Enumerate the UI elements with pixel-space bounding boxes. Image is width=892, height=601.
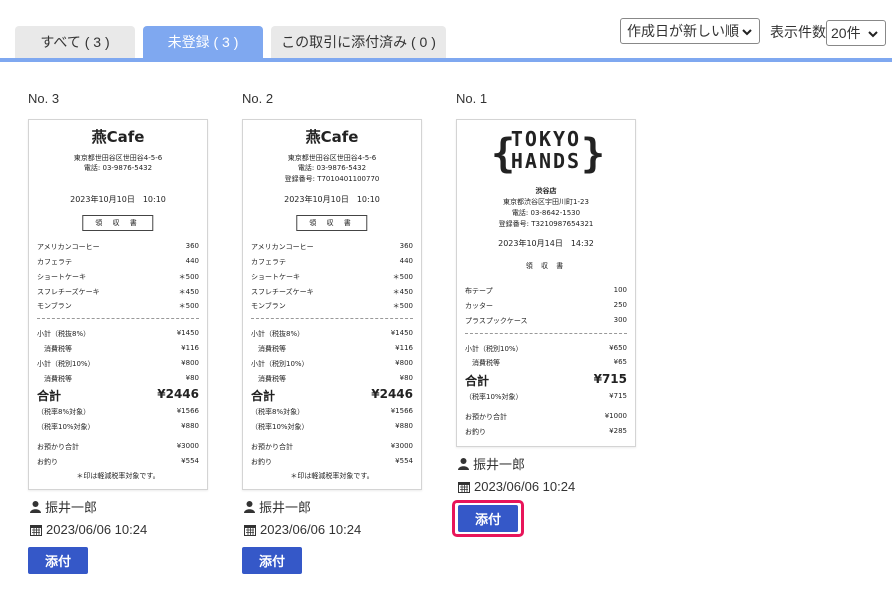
receipt-tel: 電話: 03-9876-5432: [297, 164, 367, 172]
receipt-doc-title: 領 収 書: [525, 262, 567, 270]
receipt-datetime: 2023年10月10日 10:10: [284, 195, 380, 204]
count-label: 表示件数: [770, 24, 826, 40]
uploader-name: 振井一郎: [259, 500, 312, 515]
attach-button[interactable]: 添付: [242, 547, 302, 574]
receipt-item: 布テープ 100: [465, 286, 627, 295]
receipt-tel: 電話: 03-8642-1530: [511, 209, 581, 217]
receipt-subtotal: 小計（税別10%） ¥800: [37, 359, 199, 368]
receipt-total: 合計 ¥2446: [251, 387, 413, 403]
receipt-reg-number: 登録番号: T3210987654321: [498, 220, 594, 228]
receipt-total: 合計 ¥2446: [37, 387, 199, 403]
receipt-address: 東京都世田谷区世田谷4-5-6: [73, 154, 163, 162]
receipt-note: ＊印は軽減税率対象です。: [76, 472, 160, 480]
upload-date: 2023/06/06 10:24: [458, 479, 575, 494]
receipt-payment: お預かり合計 ¥3000: [251, 442, 413, 451]
receipt-subtotal: 小計（税抜8%） ¥1450: [251, 329, 413, 338]
receipt-item: カッター 250: [465, 301, 627, 310]
receipt-divider: [37, 318, 199, 319]
upload-date-value: 2023/06/06 10:24: [260, 522, 362, 537]
tab-unregistered[interactable]: 未登録 ( 3 ): [143, 26, 263, 58]
uploader: 振井一郎: [30, 497, 97, 516]
store-logo: TOKYO HANDS: [510, 127, 582, 173]
receipt-item: ショートケーキ ＊500: [37, 273, 199, 281]
receipt-subtotal: 小計（税別10%） ¥800: [251, 359, 413, 368]
receipt-item: カフェラテ 440: [251, 257, 413, 266]
receipt-doc-title: 領 収 書: [296, 215, 368, 231]
receipt-payment: お釣り ¥285: [465, 427, 627, 436]
upload-date: 2023/06/06 10:24: [244, 522, 361, 537]
receipt-item: スフレチーズケーキ ＊450: [251, 288, 413, 296]
receipt-subtotal: 消費税等 ¥80: [258, 374, 413, 383]
receipt-item: アメリカンコーヒー 360: [251, 242, 413, 251]
receipt-datetime: 2023年10月14日 14:32: [498, 239, 594, 248]
uploader: 振井一郎: [244, 497, 311, 516]
receipt-subtotal: 小計（税別10%） ¥650: [465, 344, 627, 353]
receipt-subtotal: 消費税等 ¥116: [44, 344, 199, 353]
receipt-doc-title: 領 収 書: [82, 215, 154, 231]
tab-attached[interactable]: この取引に添付済み ( 0 ): [271, 26, 446, 58]
chevron-down-icon: [742, 29, 752, 36]
uploader-name: 振井一郎: [45, 500, 98, 515]
receipt-tax-line: （税率10%対象） ¥715: [465, 392, 627, 401]
receipt-address: 東京都世田谷区世田谷4-5-6: [287, 154, 377, 162]
receipt-item: モンブラン ＊500: [37, 302, 199, 310]
count-select[interactable]: 20件: [826, 20, 886, 46]
receipt-item: ショートケーキ ＊500: [251, 273, 413, 281]
tab-underline: [0, 58, 892, 62]
receipt-reg-number: 登録番号: T7010401100770: [284, 175, 380, 183]
receipt-thumbnail[interactable]: 燕Cafe 東京都世田谷区世田谷4-5-6 電話: 03-9876-5432 登…: [242, 119, 422, 490]
uploader: 振井一郎: [458, 454, 525, 473]
receipt-branch: 渋谷店: [535, 187, 557, 195]
calendar-icon: [244, 524, 256, 536]
user-icon: [244, 500, 255, 513]
receipt-thumbnail[interactable]: { } TOKYO HANDS 渋谷店 東京都渋谷区宇田川町1-23 電話: 0…: [456, 119, 636, 447]
user-icon: [30, 500, 41, 513]
receipt-store-name: 燕Cafe: [91, 128, 145, 146]
receipt-store-name: 燕Cafe: [305, 128, 359, 146]
calendar-icon: [30, 524, 42, 536]
uploader-name: 振井一郎: [473, 457, 526, 472]
receipt-subtotal: 小計（税抜8%） ¥1450: [37, 329, 199, 338]
upload-date-value: 2023/06/06 10:24: [474, 479, 576, 494]
receipt-payment: お釣り ¥554: [37, 457, 199, 466]
sort-select-value: 作成日が新しい順: [627, 23, 739, 39]
receipt-total: 合計 ¥715: [465, 372, 627, 388]
receipt-tel: 電話: 03-9876-5432: [83, 164, 153, 172]
receipt-thumbnail[interactable]: 燕Cafe 東京都世田谷区世田谷4-5-6 電話: 03-9876-5432 2…: [28, 119, 208, 490]
upload-date: 2023/06/06 10:24: [30, 522, 147, 537]
tab-all[interactable]: すべて ( 3 ): [15, 26, 135, 58]
receipt-datetime: 2023年10月10日 10:10: [70, 195, 166, 204]
count-select-value: 20件: [831, 25, 861, 41]
receipt-tax-line: （税率8%対象） ¥1566: [251, 407, 413, 416]
receipt-tax-line: （税率10%対象） ¥880: [37, 422, 199, 431]
receipt-payment: お預かり合計 ¥3000: [37, 442, 199, 451]
upload-date-value: 2023/06/06 10:24: [46, 522, 148, 537]
card-number: No. 3: [28, 91, 60, 106]
receipt-note: ＊印は軽減税率対象です。: [290, 472, 374, 480]
chevron-down-icon: [868, 31, 878, 38]
receipt-subtotal: 消費税等 ¥116: [258, 344, 413, 353]
receipt-item: カフェラテ 440: [37, 257, 199, 266]
receipt-tax-line: （税率10%対象） ¥880: [251, 422, 413, 431]
receipt-item: プラスプックケース 300: [465, 316, 627, 325]
calendar-icon: [458, 481, 470, 493]
receipt-item: モンブラン ＊500: [251, 302, 413, 310]
sort-select[interactable]: 作成日が新しい順: [620, 18, 760, 44]
receipt-divider: [251, 318, 413, 319]
user-icon: [458, 457, 469, 470]
card-number: No. 2: [242, 91, 274, 106]
receipt-subtotal: 消費税等 ¥65: [472, 358, 627, 367]
receipt-item: アメリカンコーヒー 360: [37, 242, 199, 251]
receipt-divider: [465, 333, 627, 334]
attach-button[interactable]: 添付: [458, 505, 518, 532]
receipt-item: スフレチーズケーキ ＊450: [37, 288, 199, 296]
receipt-payment: お釣り ¥554: [251, 457, 413, 466]
attach-button[interactable]: 添付: [28, 547, 88, 574]
receipt-subtotal: 消費税等 ¥80: [44, 374, 199, 383]
receipt-tax-line: （税率8%対象） ¥1566: [37, 407, 199, 416]
receipt-address: 東京都渋谷区宇田川町1-23: [503, 198, 589, 206]
receipt-payment: お預かり合計 ¥1000: [465, 412, 627, 421]
card-number: No. 1: [456, 91, 488, 106]
